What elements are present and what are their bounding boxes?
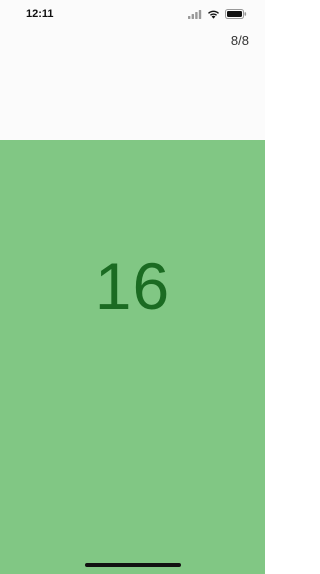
status-icons	[188, 9, 247, 19]
card-value: 16	[94, 249, 171, 323]
wifi-icon	[207, 10, 220, 19]
battery-icon	[225, 9, 247, 19]
number-card[interactable]: 16	[0, 140, 265, 574]
header-area: 12:11 8/8	[0, 0, 265, 140]
home-indicator[interactable]	[85, 563, 181, 567]
app-screen: 12:11 8/8 16	[0, 0, 265, 574]
status-bar: 12:11	[0, 0, 265, 30]
progress-counter: 8/8	[230, 33, 249, 48]
signal-icon	[188, 9, 202, 19]
status-time: 12:11	[26, 8, 54, 20]
